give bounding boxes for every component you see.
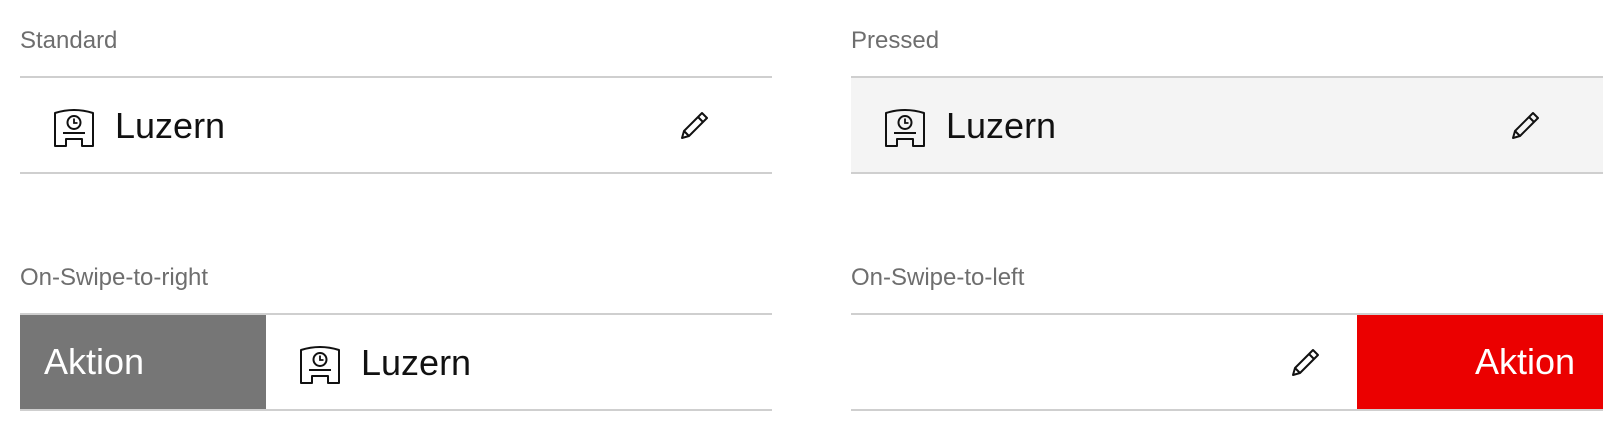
standard-list-item[interactable]: Luzern (20, 76, 772, 174)
swipe-right-label: On-Swipe-to-right (20, 264, 209, 291)
swipe-left-list-item[interactable]: Aktion (851, 313, 1603, 411)
pencil-icon[interactable] (1287, 345, 1323, 381)
pressed-list-item[interactable]: Luzern (851, 76, 1603, 174)
station-clock-icon (884, 108, 926, 148)
station-clock-icon (299, 345, 341, 385)
station-clock-icon (53, 108, 95, 148)
standard-label: Standard (20, 27, 118, 54)
station-name: Luzern (946, 105, 1057, 146)
pressed-label: Pressed (851, 27, 940, 54)
delete-action-button[interactable]: Aktion (1357, 315, 1603, 409)
station-name: Luzern (115, 105, 226, 146)
pencil-icon[interactable] (1507, 108, 1543, 144)
swipe-right-list-item[interactable]: Aktion Luzern (20, 313, 772, 411)
station-name: Luzern (361, 342, 472, 383)
swipe-left-label: On-Swipe-to-left (851, 264, 1025, 291)
pencil-icon[interactable] (676, 108, 712, 144)
action-button[interactable]: Aktion (20, 315, 266, 409)
